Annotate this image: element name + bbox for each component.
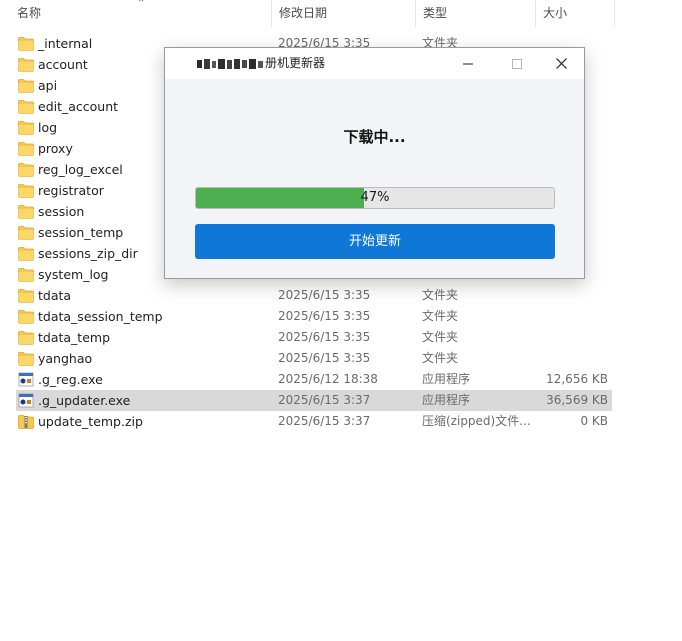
download-status-heading: 下载中... xyxy=(343,128,406,146)
folder-icon xyxy=(18,246,34,261)
folder-icon xyxy=(18,120,34,135)
file-modified-date: 2025/6/15 3:37 xyxy=(278,393,371,407)
file-type: 文件夹 xyxy=(422,309,459,323)
download-progress-bar: 47% xyxy=(195,187,555,209)
file-name: _internal xyxy=(38,36,93,51)
zip-icon xyxy=(18,414,34,429)
file-name: session xyxy=(38,204,85,219)
file-name: .g_reg.exe xyxy=(38,372,103,387)
column-header-date[interactable]: 修改日期 xyxy=(272,0,415,27)
file-row[interactable]: .g_reg.exe 2025/6/12 18:38 应用程序 12,656 KB xyxy=(16,369,612,390)
folder-icon xyxy=(18,162,34,177)
file-name: proxy xyxy=(38,141,73,156)
file-name: system_log xyxy=(38,267,109,282)
file-name: update_temp.zip xyxy=(38,414,143,429)
file-type: 文件夹 xyxy=(422,330,459,344)
close-icon xyxy=(555,58,567,69)
folder-icon xyxy=(18,267,34,282)
file-name: tdata_temp xyxy=(38,330,111,345)
close-button[interactable] xyxy=(538,48,584,79)
file-modified-date: 2025/6/12 18:38 xyxy=(278,372,378,386)
file-modified-date: 2025/6/15 3:35 xyxy=(278,351,371,365)
file-modified-date: 2025/6/15 3:37 xyxy=(278,414,371,428)
folder-icon xyxy=(18,183,34,198)
file-name: session_temp xyxy=(38,225,124,240)
file-type: 压缩(zipped)文件... xyxy=(422,414,531,428)
exe-icon xyxy=(18,393,34,408)
file-name: yanghao xyxy=(38,351,93,366)
file-name: sessions_zip_dir xyxy=(38,246,138,261)
file-row[interactable]: .g_updater.exe 2025/6/15 3:37 应用程序 36,569 K… xyxy=(16,390,612,411)
file-name: api xyxy=(38,78,58,93)
folder-icon xyxy=(18,78,34,93)
dialog-titlebar[interactable]: 册机更新器 xyxy=(165,48,584,79)
updater-dialog: 册机更新器 下载中... 47% 开始更新 xyxy=(164,47,585,279)
app-name-redacted-icon xyxy=(197,59,263,69)
file-name: reg_log_excel xyxy=(38,162,123,177)
file-modified-date: 2025/6/15 3:35 xyxy=(278,288,371,302)
folder-icon xyxy=(18,36,34,51)
folder-icon xyxy=(18,330,34,345)
file-row[interactable]: yanghao 2025/6/15 3:35 文件夹 xyxy=(16,348,612,369)
file-name: .g_updater.exe xyxy=(38,393,131,408)
minimize-button[interactable] xyxy=(445,48,491,79)
file-name: tdata xyxy=(38,288,72,303)
folder-icon xyxy=(18,99,34,114)
file-row[interactable]: update_temp.zip 2025/6/15 3:37 压缩(zipped)文… xyxy=(16,411,612,432)
file-type: 文件夹 xyxy=(422,288,459,302)
maximize-icon xyxy=(512,58,522,69)
file-size: 12,656 KB xyxy=(546,372,608,386)
maximize-button[interactable] xyxy=(494,48,540,79)
folder-icon xyxy=(18,288,34,303)
folder-icon xyxy=(18,204,34,219)
column-header-type[interactable]: 类型 xyxy=(416,0,535,27)
folder-icon xyxy=(18,351,34,366)
minimize-icon xyxy=(463,63,473,64)
column-divider[interactable] xyxy=(614,0,615,27)
start-update-button[interactable]: 开始更新 xyxy=(195,224,555,259)
sort-ascending-icon: ⌃ xyxy=(137,0,146,9)
folder-icon xyxy=(18,309,34,324)
file-name: account xyxy=(38,57,88,72)
dialog-title: 册机更新器 xyxy=(265,56,326,70)
exe-icon xyxy=(18,372,34,387)
file-modified-date: 2025/6/15 3:35 xyxy=(278,330,371,344)
column-header-size[interactable]: 大小 xyxy=(536,0,614,27)
file-size: 36,569 KB xyxy=(546,393,608,407)
file-row[interactable]: tdata_temp 2025/6/15 3:35 文件夹 xyxy=(16,327,612,348)
file-name: edit_account xyxy=(38,99,119,114)
file-row[interactable]: tdata 2025/6/15 3:35 文件夹 xyxy=(16,285,612,306)
folder-icon xyxy=(18,57,34,72)
progress-percent-label: 47% xyxy=(360,190,390,205)
file-type: 应用程序 xyxy=(422,372,471,386)
file-name: log xyxy=(38,120,58,135)
file-name: registrator xyxy=(38,183,104,198)
folder-icon xyxy=(18,141,34,156)
file-modified-date: 2025/6/15 3:35 xyxy=(278,309,371,323)
file-size: 0 KB xyxy=(580,414,608,428)
file-type: 应用程序 xyxy=(422,393,471,407)
file-row[interactable]: tdata_session_temp 2025/6/15 3:35 文件夹 xyxy=(16,306,612,327)
folder-icon xyxy=(18,225,34,240)
file-name: tdata_session_temp xyxy=(38,309,163,324)
file-type: 文件夹 xyxy=(422,351,459,365)
column-header-bar: 名称 ⌃ 修改日期 类型 大小 xyxy=(0,0,682,27)
